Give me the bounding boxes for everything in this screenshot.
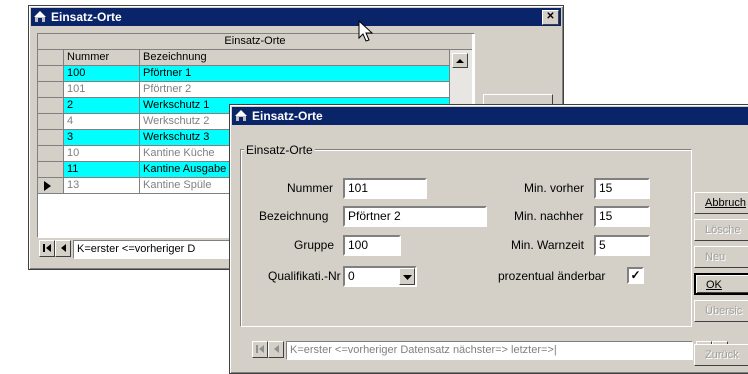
qualifikation-select[interactable]: 0 <box>343 266 417 287</box>
loeschen-label: Lösche <box>705 224 741 236</box>
first-record-button[interactable] <box>39 240 55 257</box>
zurueck-button[interactable]: Zurück <box>694 344 748 366</box>
row-indicator[interactable] <box>38 66 64 82</box>
prozentual-label: prozentual änderbar <box>498 269 606 283</box>
previous-record-icon <box>274 345 279 353</box>
detail-nav-hint: K=erster <=vorheriger Datensatz nächster… <box>286 341 693 360</box>
min-nachher-label: Min. nachher <box>514 209 584 223</box>
zurueck-label: Zurück <box>705 349 739 361</box>
row-indicator[interactable] <box>38 162 64 178</box>
min-vorher-input[interactable]: 15 <box>594 178 650 199</box>
current-row-icon <box>44 181 51 191</box>
column-header-bezeichnung[interactable]: Bezeichnung <box>140 50 450 66</box>
app-icon <box>33 10 47 24</box>
arrow-up-icon <box>456 59 464 63</box>
prozentual-checkbox[interactable]: ✓ <box>627 267 644 284</box>
gruppe-input[interactable]: 100 <box>343 235 401 256</box>
group-box-label: Einsatz-Orte <box>244 143 315 157</box>
min-nachher-input[interactable]: 15 <box>594 206 650 227</box>
checkmark-icon: ✓ <box>630 268 641 282</box>
first-record-icon <box>43 244 51 252</box>
column-header-nummer[interactable]: Nummer <box>64 50 140 66</box>
table-cell-nummer[interactable]: 2 <box>64 98 140 114</box>
bezeichnung-label: Bezeichnung <box>259 209 329 223</box>
nummer-label: Nummer <box>287 181 334 195</box>
list-window-title: Einsatz-Orte <box>51 10 122 24</box>
grid-caption: Einsatz-Orte <box>38 34 472 50</box>
bezeichnung-input[interactable]: Pförtner 2 <box>343 206 487 227</box>
qualifikation-value: 0 <box>348 269 355 283</box>
neu-label: Neu <box>705 251 726 263</box>
min-vorher-label: Min. vorher <box>524 181 585 195</box>
previous-record-button[interactable] <box>268 341 284 358</box>
dropdown-button[interactable] <box>399 268 415 285</box>
table-cell-nummer[interactable]: 13 <box>64 178 140 194</box>
abbruch-button[interactable]: Abbruch <box>694 192 748 214</box>
abbruch-label: Abbruch <box>705 197 746 209</box>
close-button[interactable]: ✕ <box>542 10 559 25</box>
row-indicator[interactable] <box>38 82 64 98</box>
uebersicht-label: Übersic <box>705 305 743 317</box>
row-indicator[interactable] <box>38 146 64 162</box>
mouse-cursor-icon <box>358 19 376 47</box>
detail-window-titlebar[interactable]: Einsatz-Orte <box>232 107 748 125</box>
table-cell-bezeichnung[interactable]: Pförtner 1 <box>140 66 450 82</box>
row-indicator[interactable] <box>38 130 64 146</box>
table-cell-nummer[interactable]: 101 <box>64 82 140 98</box>
table-cell-nummer[interactable]: 4 <box>64 114 140 130</box>
table-cell-nummer[interactable]: 3 <box>64 130 140 146</box>
table-cell-nummer[interactable]: 10 <box>64 146 140 162</box>
uebersicht-button[interactable]: Übersic <box>694 300 748 322</box>
detail-window: Einsatz-Orte Einsatz-Orte Nummer 101 Bez… <box>229 104 748 374</box>
first-record-icon <box>256 345 264 353</box>
nummer-input[interactable]: 101 <box>343 178 427 199</box>
ok-button[interactable]: OK <box>694 273 748 295</box>
previous-record-icon <box>61 244 66 252</box>
qualifikation-label: Qualifikati.-Nr <box>268 269 341 283</box>
table-cell-nummer[interactable]: 100 <box>64 66 140 82</box>
table-cell-bezeichnung[interactable]: Pförtner 2 <box>140 82 450 98</box>
table-cell-nummer[interactable]: 11 <box>64 162 140 178</box>
row-indicator[interactable] <box>38 98 64 114</box>
first-record-button[interactable] <box>252 341 268 358</box>
loeschen-button[interactable]: Lösche <box>694 219 748 241</box>
app-icon <box>234 109 248 123</box>
min-warnzeit-label: Min. Warnzeit <box>511 238 584 252</box>
list-window-titlebar[interactable]: Einsatz-Orte ✕ <box>31 8 561 26</box>
detail-record-navigator: K=erster <=vorheriger Datensatz nächster… <box>250 340 748 360</box>
gruppe-label: Gruppe <box>294 238 335 252</box>
ok-label: OK <box>706 279 722 291</box>
row-indicator[interactable] <box>38 114 64 130</box>
detail-window-title: Einsatz-Orte <box>252 109 323 123</box>
scroll-up-button[interactable] <box>452 53 468 68</box>
chevron-down-icon <box>402 275 412 280</box>
neu-button[interactable]: Neu <box>694 246 748 268</box>
previous-record-button[interactable] <box>55 240 71 257</box>
min-warnzeit-input[interactable]: 5 <box>594 235 650 256</box>
row-indicator-header <box>38 50 64 66</box>
row-indicator[interactable] <box>38 178 64 194</box>
